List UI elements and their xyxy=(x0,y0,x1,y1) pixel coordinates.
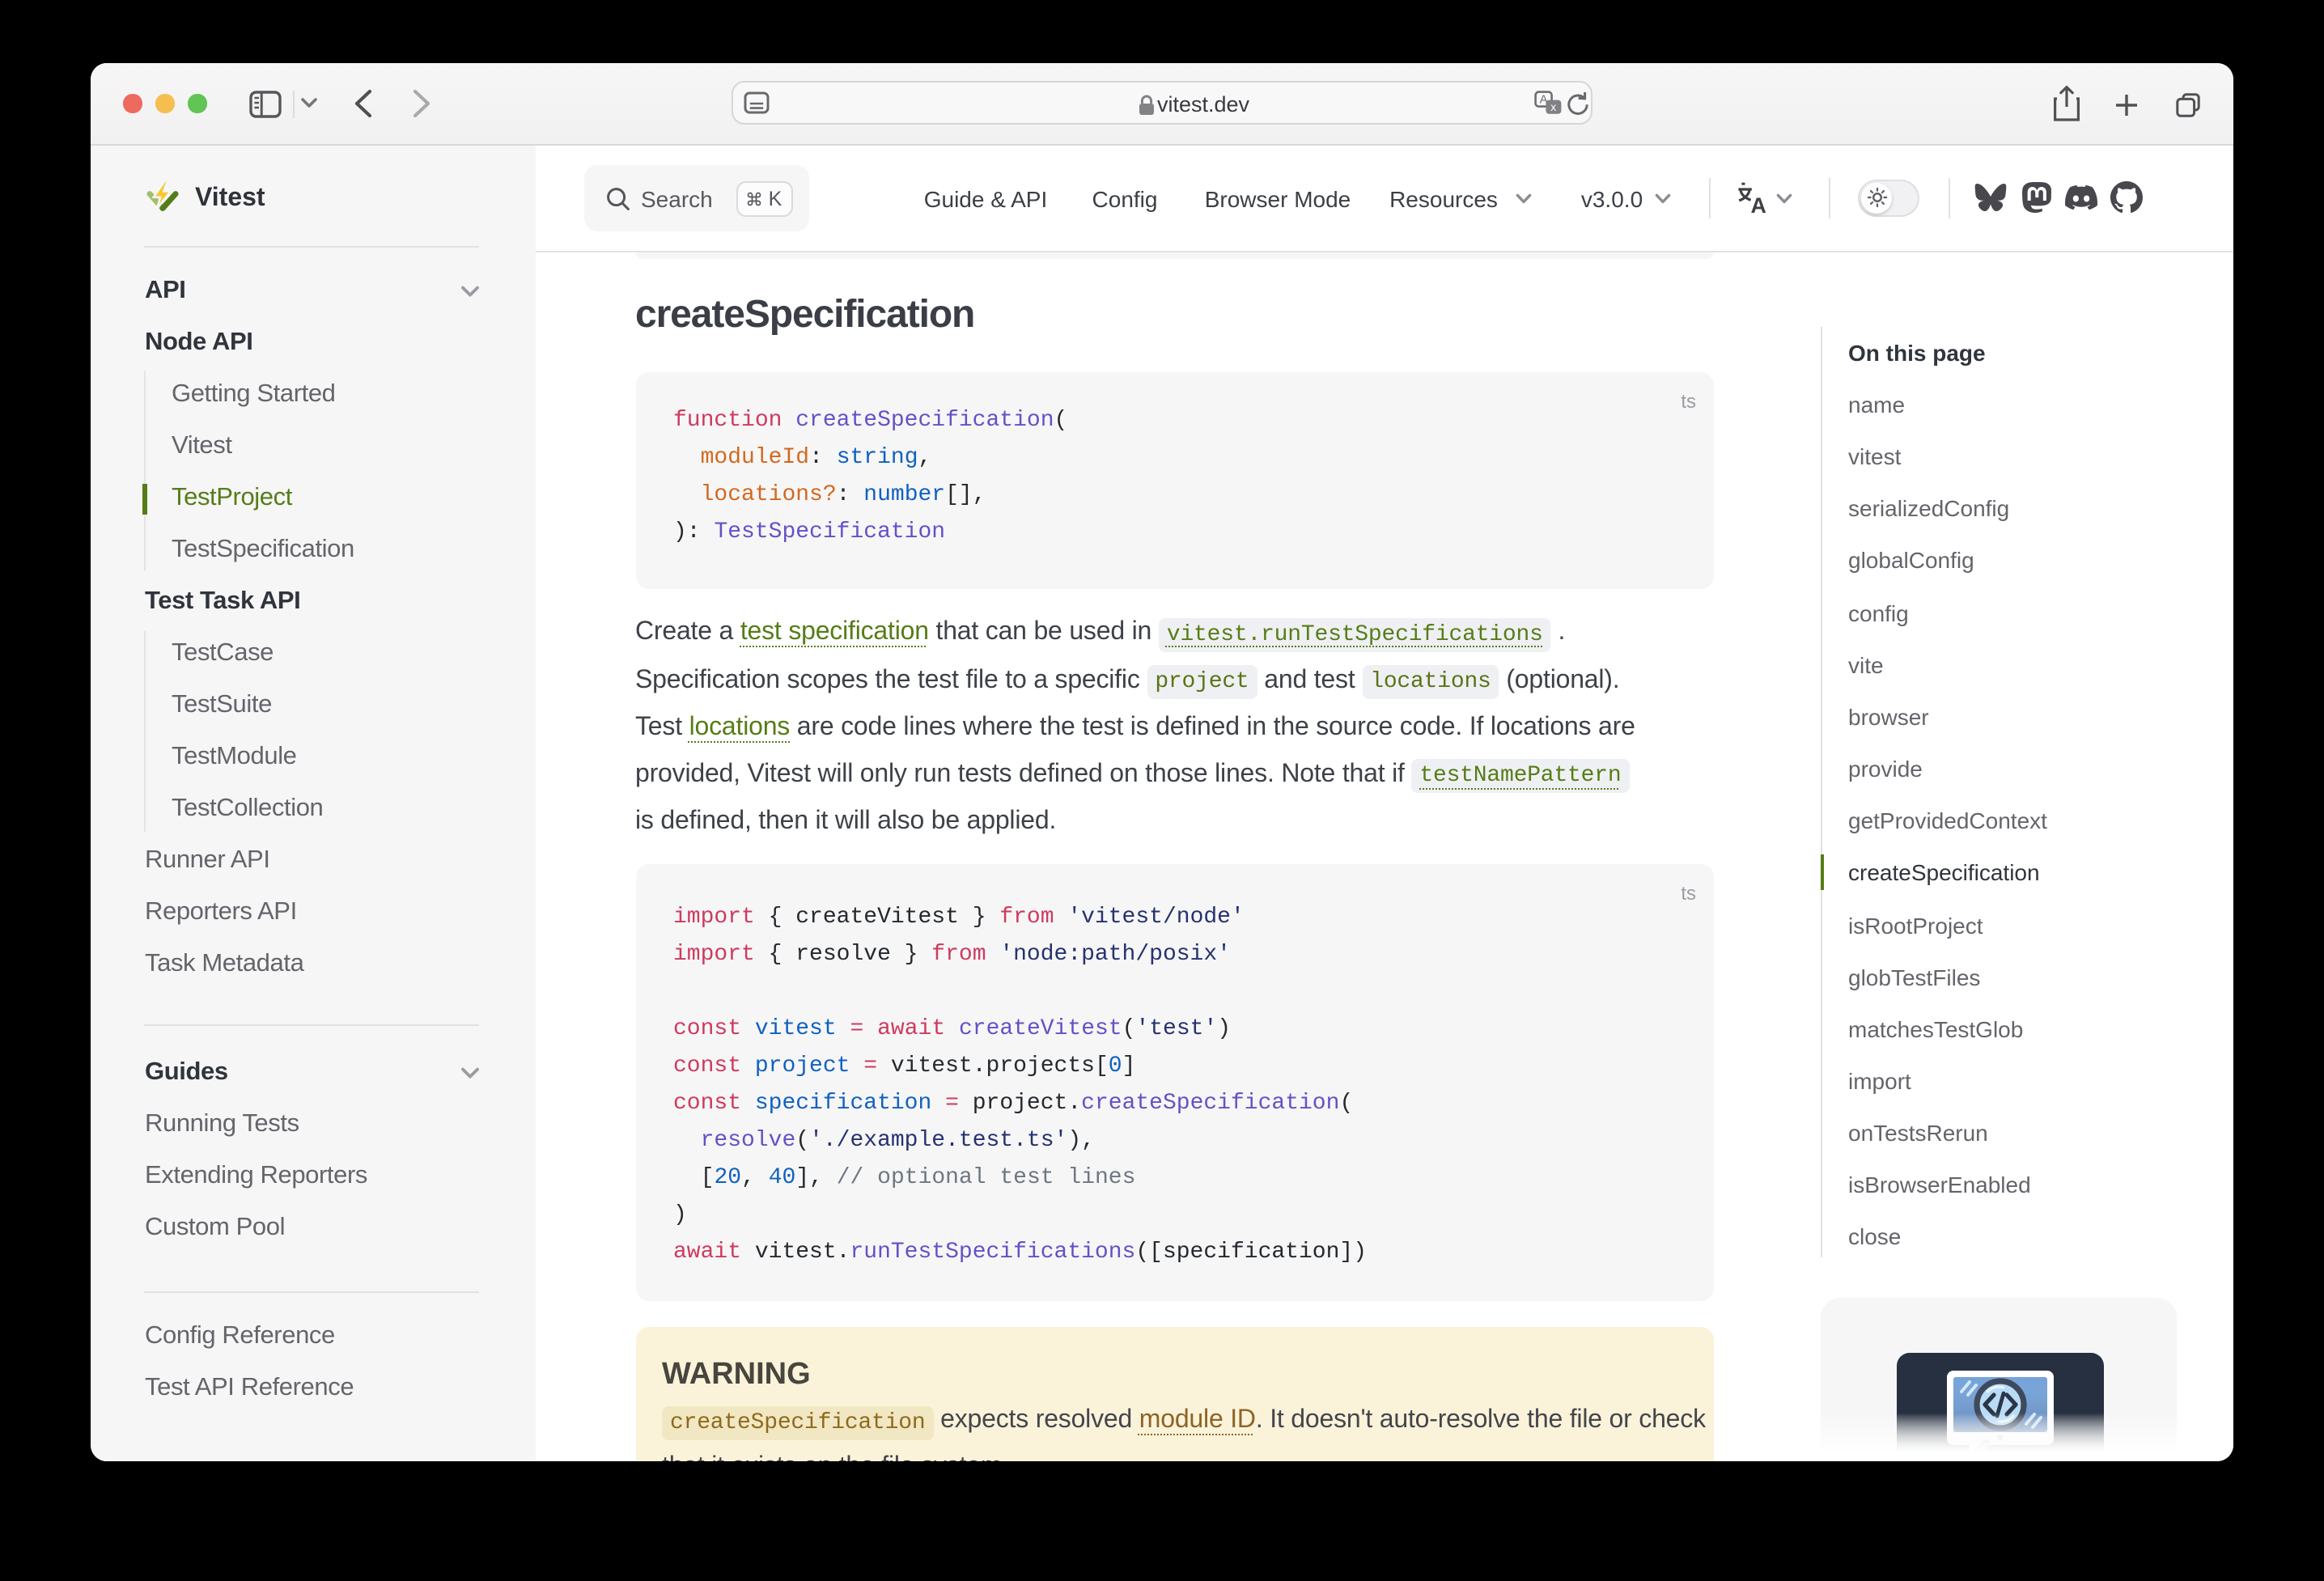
svg-text:A: A xyxy=(1751,193,1766,214)
svg-text:x: x xyxy=(1550,100,1555,113)
